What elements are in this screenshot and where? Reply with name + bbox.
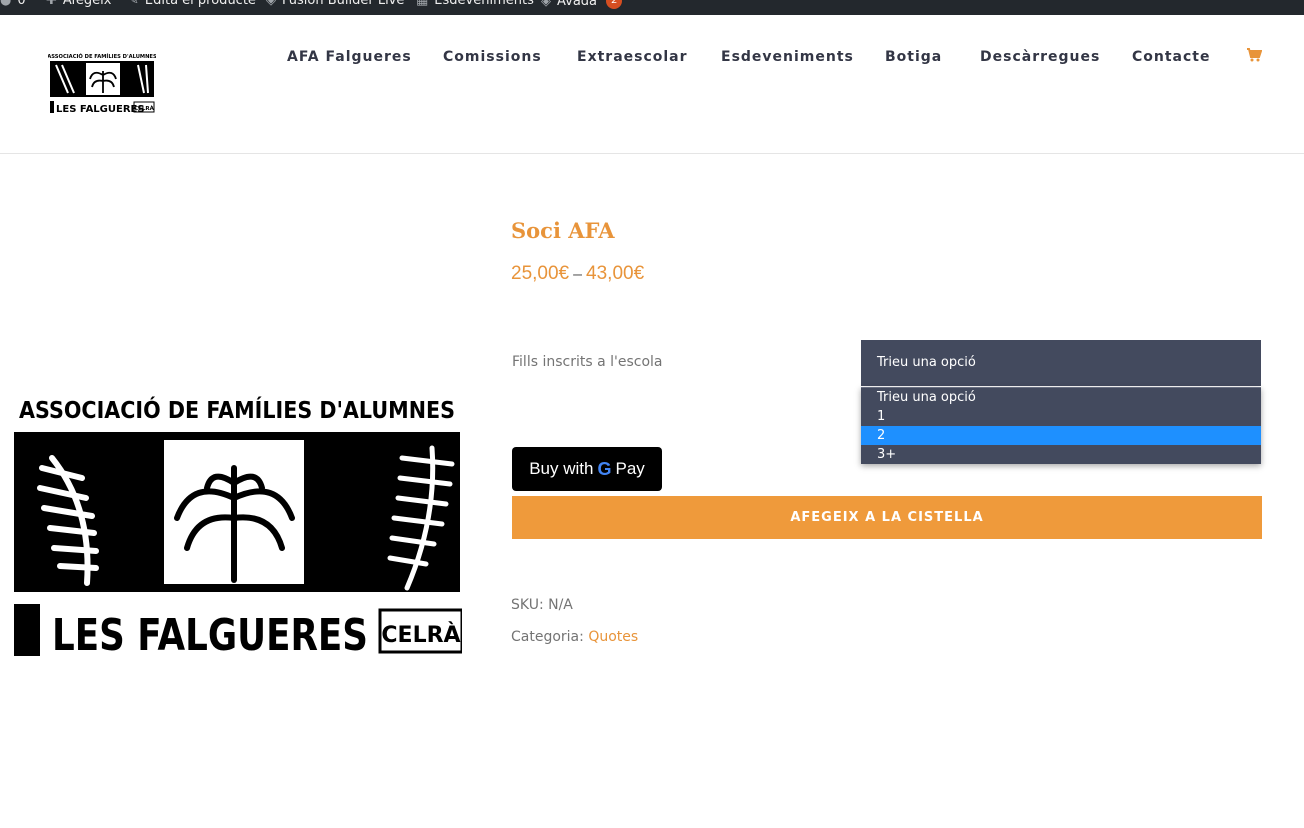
sku-value: N/A (548, 597, 573, 613)
logo-line2: LES FALGUERES (52, 610, 368, 660)
svg-text:LES FALGUERES: LES FALGUERES (56, 104, 145, 115)
google-g-icon: G (597, 458, 612, 479)
nav-descarregues[interactable]: Descàrregues (980, 49, 1100, 65)
site-header: ASSOCIACIÓ DE FAMÍLIES D'ALUMNES LES FAL… (0, 15, 1304, 154)
nav-contacte[interactable]: Contacte (1132, 49, 1211, 65)
adminbar-edit-label: Edita el producte (144, 0, 256, 8)
product-title: Soci AFA (511, 218, 615, 243)
nav-comissions[interactable]: Comissions (443, 49, 542, 65)
calendar-icon: ▦ (416, 0, 429, 8)
category-row: Categoria: Quotes (511, 629, 638, 645)
nav-botiga[interactable]: Botiga (885, 49, 942, 65)
sku-row: SKU: N/A (511, 597, 573, 613)
adminbar-new[interactable]: ✚ Afegeix (46, 0, 111, 8)
avada-icon: ◈ (541, 0, 551, 9)
svg-text:CELRÀ: CELRÀ (134, 105, 155, 112)
google-pay-button[interactable]: Buy with G Pay (512, 447, 662, 491)
price-max: 43,00€ (586, 263, 645, 284)
logo-tag: CELRÀ (381, 622, 460, 648)
dropdown-option-selected[interactable]: 2 (861, 426, 1261, 445)
nav-esdeveniments[interactable]: Esdeveniments (721, 49, 854, 65)
sku-label: SKU: (511, 597, 544, 613)
adminbar-events[interactable]: ▦ Esdeveniments (416, 0, 534, 8)
adminbar-new-label: Afegeix (62, 0, 112, 8)
nav-afa-falgueres[interactable]: AFA Falgueres (287, 49, 412, 65)
variation-dropdown: Trieu una opció 1 2 3+ (861, 387, 1261, 464)
comment-icon: ● (0, 0, 12, 8)
adminbar-comments[interactable]: ● 0 (0, 0, 26, 8)
product-price: 25,00€ –43,00€ (511, 263, 644, 285)
product-image[interactable]: ASSOCIACIÓ DE FAMÍLIES D'ALUMNES LES FAL… (12, 388, 462, 660)
dropdown-option[interactable]: 3+ (861, 445, 1261, 464)
fusion-icon: ◈ (266, 0, 276, 8)
category-link[interactable]: Quotes (588, 629, 638, 645)
main-nav: AFA Falgueres Comissions Extraescolar Es… (0, 47, 1304, 69)
adminbar-fusion-label: Fusion Builder Live (282, 0, 405, 8)
avada-badge: 2 (606, 0, 623, 9)
price-min: 25,00€ (511, 263, 570, 284)
adminbar-avada[interactable]: ◈ Avada 2 (541, 0, 623, 9)
gpay-text: Buy with (529, 459, 594, 478)
variation-label: Fills inscrits a l'escola (512, 354, 663, 370)
wp-admin-bar: ● 0 ✚ Afegeix ✎ Edita el producte ◈ Fusi… (0, 0, 1304, 15)
dropdown-option[interactable]: 1 (861, 407, 1261, 426)
variation-select[interactable]: Trieu una opció (861, 340, 1261, 386)
pencil-icon: ✎ (128, 0, 139, 8)
add-to-cart-button[interactable]: AFEGEIX A LA CISTELLA (512, 496, 1262, 539)
plus-icon: ✚ (46, 0, 57, 8)
gpay-pay: Pay (615, 459, 645, 478)
category-label: Categoria: (511, 629, 584, 645)
adminbar-events-label: Esdeveniments (434, 0, 534, 8)
price-separator: – (573, 266, 583, 283)
adminbar-avada-label: Avada (557, 0, 598, 9)
adminbar-edit-product[interactable]: ✎ Edita el producte (128, 0, 256, 8)
dropdown-option[interactable]: Trieu una opció (861, 388, 1261, 407)
logo-line1: ASSOCIACIÓ DE FAMÍLIES D'ALUMNES (19, 396, 455, 424)
adminbar-comments-count: 0 (17, 0, 26, 8)
nav-extraescolar[interactable]: Extraescolar (577, 49, 688, 65)
cart-icon[interactable] (1246, 47, 1263, 67)
adminbar-fusion-builder[interactable]: ◈ Fusion Builder Live (266, 0, 404, 8)
